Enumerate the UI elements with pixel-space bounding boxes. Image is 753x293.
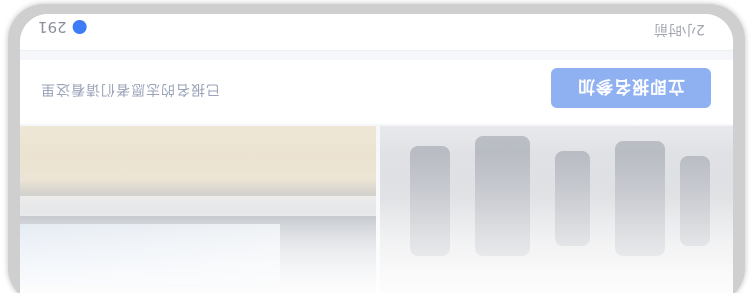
view-count-value: 291 <box>38 18 67 36</box>
post-time: 2小时前 <box>654 21 705 37</box>
card-content: 291 2小时前 已报名的志愿者们请看这里 立即报名参加 <box>20 14 733 293</box>
photo-figure <box>615 141 665 256</box>
signup-button-label: 立即报名参加 <box>577 75 685 96</box>
phone-card-frame: 291 2小时前 已报名的志愿者们请看这里 立即报名参加 <box>8 4 745 293</box>
photo-figure <box>680 156 710 246</box>
eye-icon <box>72 20 87 34</box>
photo-sheen <box>20 196 376 216</box>
photo-right <box>380 126 733 293</box>
action-row: 已报名的志愿者们请看这里 立即报名参加 <box>20 60 733 124</box>
view-count: 291 <box>38 18 87 36</box>
photo-figure <box>475 136 530 256</box>
meta-row: 291 2小时前 <box>20 14 733 51</box>
reflection-stage: 291 2小时前 已报名的志愿者们请看这里 立即报名参加 <box>0 0 753 293</box>
photo-figure <box>555 151 590 246</box>
photo-left <box>20 126 376 293</box>
action-caption: 已报名的志愿者们请看这里 <box>40 81 220 97</box>
signup-button[interactable]: 立即报名参加 <box>551 68 711 108</box>
photo-blue-band <box>20 224 280 284</box>
photo-figure <box>410 146 450 256</box>
